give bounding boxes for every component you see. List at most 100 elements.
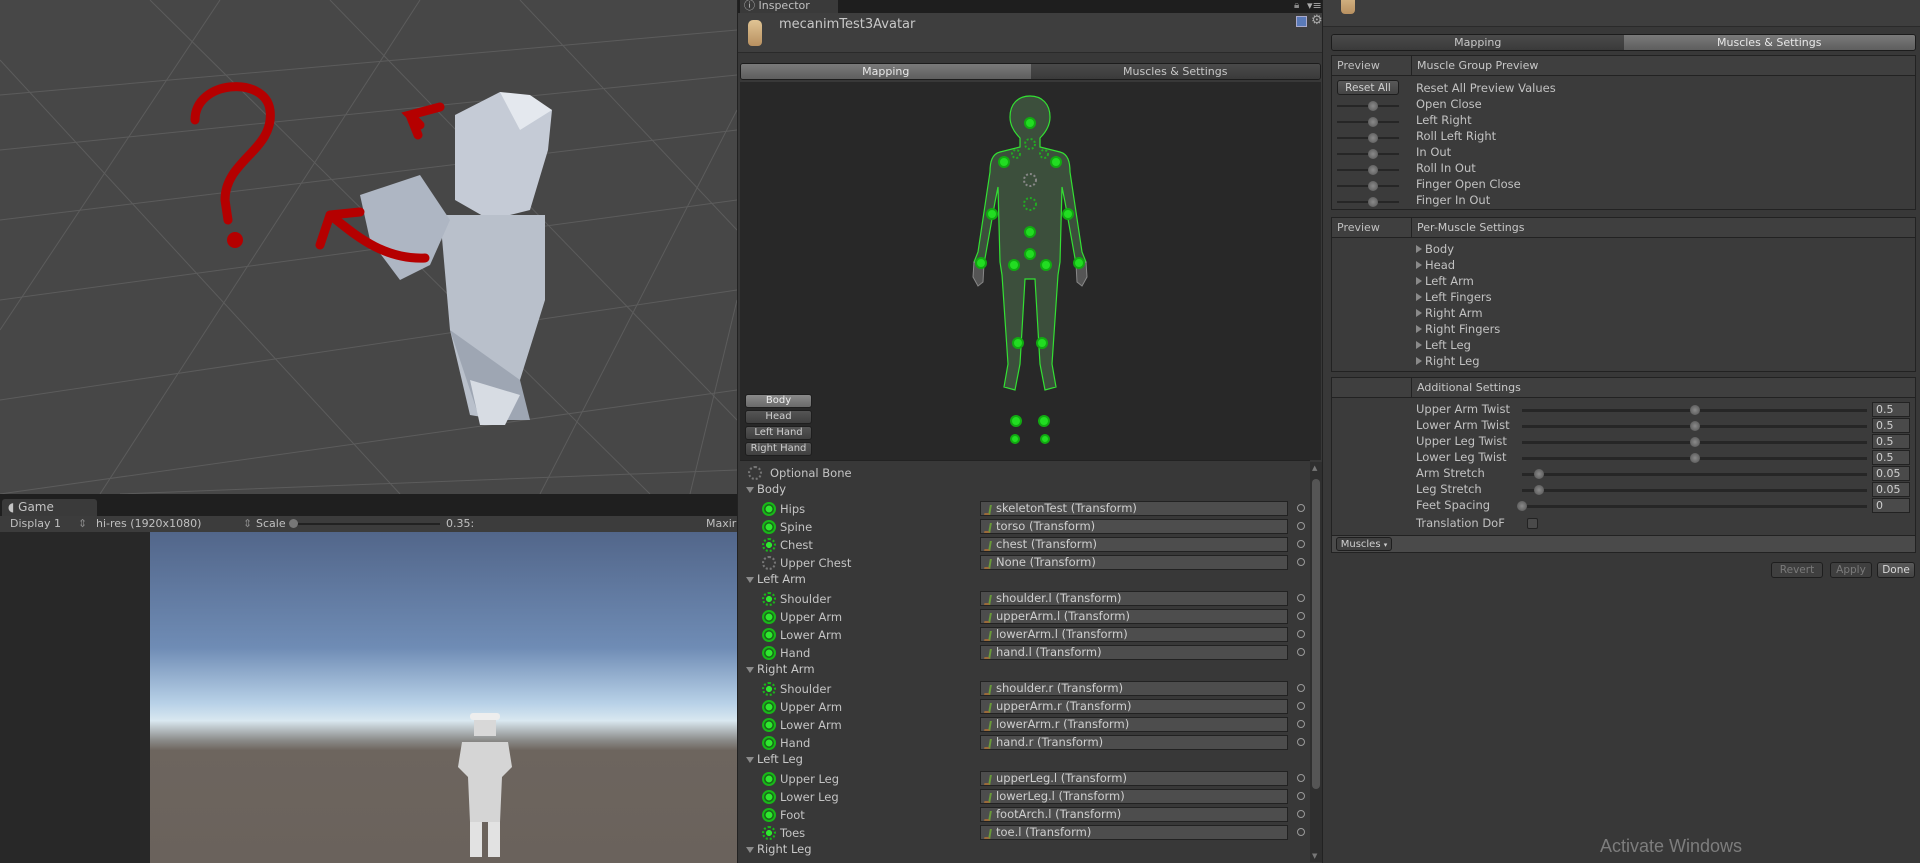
bone-status-icon[interactable]	[762, 592, 776, 606]
muscle-preview-slider[interactable]	[1337, 165, 1399, 175]
bone-status-icon[interactable]	[762, 502, 776, 516]
transform-field[interactable]: None (Transform)	[980, 555, 1288, 570]
tab-mapping[interactable]: Mapping	[1332, 35, 1624, 50]
setting-slider[interactable]	[1522, 421, 1867, 431]
bone-status-icon[interactable]	[762, 826, 776, 840]
panel-menu-icon[interactable]: ▾≡	[1307, 0, 1322, 12]
transform-field[interactable]: lowerArm.r (Transform)	[980, 717, 1288, 732]
transform-field[interactable]: upperArm.l (Transform)	[980, 609, 1288, 624]
transform-field[interactable]: chest (Transform)	[980, 537, 1288, 552]
bone-group-header[interactable]: Left Arm	[740, 572, 1310, 590]
transform-field[interactable]: skeletonTest (Transform)	[980, 501, 1288, 516]
muscle-foldout[interactable]: Left Fingers	[1416, 290, 1492, 304]
object-picker-icon[interactable]	[1297, 612, 1305, 620]
object-picker-icon[interactable]	[1297, 828, 1305, 836]
tab-mapping[interactable]: Mapping	[741, 64, 1031, 79]
muscle-preview-slider[interactable]	[1337, 101, 1399, 111]
object-picker-icon[interactable]	[1297, 702, 1305, 710]
scale-slider[interactable]	[290, 523, 440, 525]
setting-value-field[interactable]: 0.5	[1872, 418, 1910, 433]
slider-knob[interactable]	[1689, 405, 1700, 415]
reset-all-button[interactable]: Reset All	[1337, 80, 1399, 95]
bone-status-icon[interactable]	[762, 538, 776, 552]
bone-status-icon[interactable]	[762, 682, 776, 696]
slider-knob[interactable]	[1689, 453, 1700, 463]
setting-slider[interactable]	[1522, 485, 1867, 495]
transform-field[interactable]: lowerArm.l (Transform)	[980, 627, 1288, 642]
gear-icon[interactable]: ⚙	[1311, 13, 1323, 28]
bone-status-icon[interactable]	[762, 520, 776, 534]
object-picker-icon[interactable]	[1297, 774, 1305, 782]
scene-view[interactable]	[0, 0, 737, 494]
setting-value-field[interactable]: 0.5	[1872, 402, 1910, 417]
bone-status-icon[interactable]	[762, 808, 776, 822]
object-picker-icon[interactable]	[1297, 738, 1305, 746]
object-picker-icon[interactable]	[1297, 504, 1305, 512]
game-viewport[interactable]	[150, 532, 737, 863]
bone-group-header[interactable]: Right Leg	[740, 842, 1310, 860]
object-picker-icon[interactable]	[1297, 684, 1305, 692]
object-picker-icon[interactable]	[1297, 558, 1305, 566]
muscle-preview-slider[interactable]	[1337, 197, 1399, 207]
setting-slider[interactable]	[1522, 437, 1867, 447]
bone-status-icon[interactable]	[762, 790, 776, 804]
setting-value-field[interactable]: 0.5	[1872, 434, 1910, 449]
muscle-preview-slider[interactable]	[1337, 117, 1399, 127]
object-picker-icon[interactable]	[1297, 540, 1305, 548]
setting-slider[interactable]	[1517, 501, 1867, 511]
bone-list-scrollbar[interactable]: ▲ ▼	[1310, 462, 1322, 862]
object-picker-icon[interactable]	[1297, 720, 1305, 728]
muscle-preview-slider[interactable]	[1337, 181, 1399, 191]
setting-value-field[interactable]: 0.5	[1872, 450, 1910, 465]
body-view-button[interactable]: Body	[745, 394, 812, 408]
slider-knob[interactable]	[1534, 469, 1545, 479]
object-picker-icon[interactable]	[1297, 792, 1305, 800]
muscle-foldout[interactable]: Left Arm	[1416, 274, 1474, 288]
tab-muscles-settings[interactable]: Muscles & Settings	[1030, 64, 1320, 79]
bone-group-header[interactable]: Body	[740, 482, 1310, 500]
object-picker-icon[interactable]	[1297, 810, 1305, 818]
scrollbar-thumb[interactable]	[1312, 479, 1320, 789]
transform-field[interactable]: footArch.l (Transform)	[980, 807, 1288, 822]
transform-field[interactable]: upperArm.r (Transform)	[980, 699, 1288, 714]
muscle-foldout[interactable]: Head	[1416, 258, 1455, 272]
help-icon[interactable]	[1296, 16, 1307, 27]
maximize-on-play-toggle[interactable]: Maxir	[706, 517, 736, 530]
slider-knob[interactable]	[1534, 485, 1545, 495]
muscle-foldout[interactable]: Right Arm	[1416, 306, 1483, 320]
setting-slider[interactable]	[1522, 469, 1867, 479]
slider-knob[interactable]	[1517, 501, 1527, 511]
slider-knob[interactable]	[1689, 437, 1700, 447]
display-dropdown[interactable]: Display 1	[10, 517, 61, 530]
tab-game[interactable]: ◖ Game	[2, 499, 97, 516]
muscles-dropdown[interactable]: Muscles ▾	[1336, 537, 1392, 551]
object-picker-icon[interactable]	[1297, 522, 1305, 530]
muscle-foldout[interactable]: Body	[1416, 242, 1454, 256]
transform-field[interactable]: upperLeg.l (Transform)	[980, 771, 1288, 786]
bone-group-header[interactable]: Right Arm	[740, 662, 1310, 680]
bone-status-icon[interactable]	[762, 700, 776, 714]
transform-field[interactable]: hand.r (Transform)	[980, 735, 1288, 750]
revert-button[interactable]: Revert	[1771, 562, 1823, 578]
resolution-dropdown[interactable]: hi-res (1920x1080)	[96, 517, 201, 530]
object-picker-icon[interactable]	[1297, 594, 1305, 602]
head-view-button[interactable]: Head	[745, 410, 812, 424]
bone-status-icon[interactable]	[762, 718, 776, 732]
setting-value-field[interactable]: 0.05	[1872, 466, 1910, 481]
bone-status-icon[interactable]	[762, 736, 776, 750]
scroll-up-icon[interactable]: ▲	[1312, 464, 1317, 472]
transform-field[interactable]: shoulder.r (Transform)	[980, 681, 1288, 696]
apply-button[interactable]: Apply	[1830, 562, 1872, 578]
scale-slider-knob[interactable]	[289, 519, 298, 528]
done-button[interactable]: Done	[1877, 562, 1915, 578]
transform-field[interactable]: hand.l (Transform)	[980, 645, 1288, 660]
bone-group-header[interactable]: Left Leg	[740, 752, 1310, 770]
transform-field[interactable]: torso (Transform)	[980, 519, 1288, 534]
translation-dof-checkbox[interactable]	[1527, 518, 1538, 529]
scroll-down-icon[interactable]: ▼	[1312, 852, 1317, 860]
muscle-preview-slider[interactable]	[1337, 149, 1399, 159]
left-hand-view-button[interactable]: Left Hand	[745, 426, 812, 440]
bone-status-icon[interactable]	[762, 772, 776, 786]
muscle-foldout[interactable]: Left Leg	[1416, 338, 1471, 352]
object-picker-icon[interactable]	[1297, 648, 1305, 656]
